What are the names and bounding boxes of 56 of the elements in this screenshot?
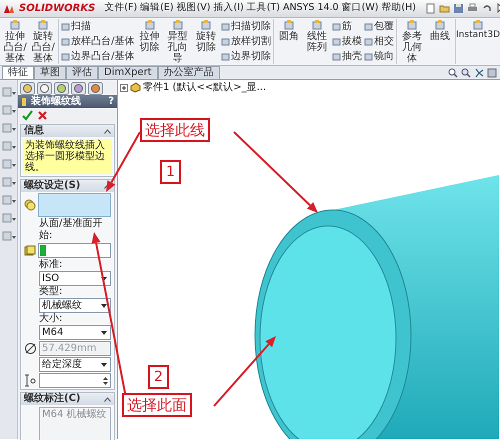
toolbar-button[interactable]: 放样切割 [220,34,271,49]
section-heading: 信息 [24,125,44,137]
menu-item[interactable]: 插入(I) [214,3,244,14]
command-tab[interactable]: 特征 [2,66,34,79]
section-heading: 螺纹设定(S) [24,180,80,192]
menu-item[interactable]: ANSYS 14.0 [282,3,339,14]
tree-item[interactable]: 零件1 (默认<<默认>_显... [143,82,266,93]
size-dropdown[interactable]: M64 [39,325,111,340]
app-logo: SOLIDWORKS [19,3,96,14]
panel-title: 装饰螺纹线 [31,96,81,107]
section-heading: 螺纹标注(C) [24,393,80,405]
toolbar-button[interactable]: 抽壳 [332,49,362,64]
command-tab[interactable]: 评估 [66,66,98,79]
toolbar-button[interactable]: 边界凸台/基体 [61,49,134,64]
toolbar-button[interactable]: 筋 [332,19,362,34]
toolbar-button[interactable]: 拉伸切除 [136,19,163,53]
toolbar-button[interactable]: 包覆 [364,19,394,34]
toolbar-button[interactable]: 旋转切除 [192,19,219,53]
toolbar-button[interactable]: 异型孔向导 [164,19,191,64]
toolbar-button[interactable]: 曲线 [427,19,454,42]
toolbar-button[interactable]: Instant3D [458,19,498,41]
type-dropdown[interactable]: 机械螺纹 [39,298,111,313]
command-tab[interactable]: DimXpert [98,66,158,79]
menu-item[interactable]: 窗口(W) [342,3,378,14]
end-condition-dropdown[interactable]: 给定深度 [39,357,111,372]
toolbar-button[interactable]: 扫描 [61,19,134,34]
field-label: 大小: [38,313,64,325]
toolbar-button[interactable]: 线性阵列 [304,19,330,53]
menu-item[interactable]: 帮助(H) [381,3,416,14]
help-button[interactable]: ? [108,96,114,107]
menu-item[interactable]: 视图(V) [176,3,211,14]
toolbar-button[interactable]: 拔模 [332,34,362,49]
field-label: 类型: [38,286,64,298]
callout-label: 选择此线 [140,118,210,142]
toolbar-button[interactable]: 圆角 [276,19,302,42]
menu-item[interactable]: 工具(T) [246,3,280,14]
callout-label: 选择此面 [122,393,192,417]
toolbar-button[interactable]: 参考几何体 [398,19,425,64]
callout-label: 1 [160,160,181,184]
info-message: 为装饰螺纹线插入选择一圆形模型边线。 [23,139,112,174]
diameter-field: 57.429mm [39,341,111,356]
toolbar-button[interactable]: 镜向 [364,49,394,64]
field-label: 从面/基准面开始: [38,218,104,242]
field-label: 标准: [38,259,64,271]
toolbar-button[interactable]: 拉伸凸台/基体 [2,19,28,64]
callout-label: 2 [148,365,169,389]
command-tab[interactable]: 办公室产品 [158,66,220,79]
toolbar-button[interactable]: 旋转凸台/基体 [30,19,56,64]
command-tab[interactable]: 草图 [34,66,66,79]
toolbar-button[interactable]: 边界切除 [220,49,271,64]
menu-item[interactable]: 文件(F) [104,3,138,14]
toolbar-button[interactable]: 扫描切除 [220,19,271,34]
toolbar-button[interactable]: 相交 [364,34,394,49]
menu-item[interactable]: 编辑(E) [140,3,174,14]
toolbar-button[interactable]: 放样凸台/基体 [61,34,134,49]
standard-dropdown[interactable]: ISO [39,271,111,286]
